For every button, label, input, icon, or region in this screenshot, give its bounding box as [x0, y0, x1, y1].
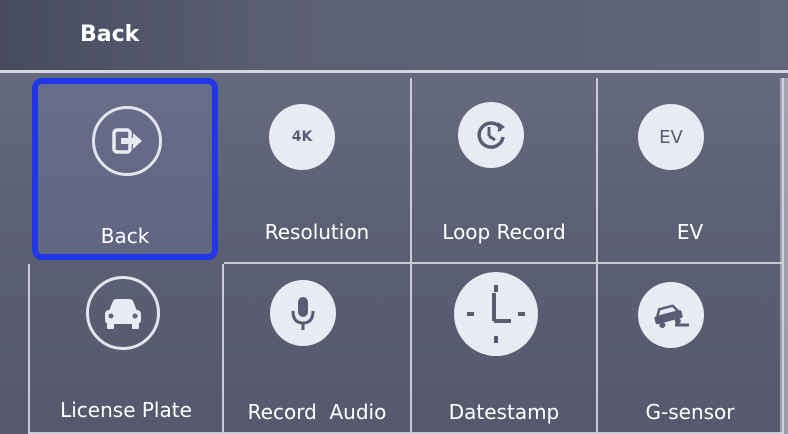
page-title: Back: [80, 22, 140, 47]
4k-icon: 4K: [269, 104, 335, 170]
menu-item-label: Datestamp: [448, 400, 560, 424]
menu-item-ev[interactable]: EV EV: [598, 78, 784, 264]
microphone-icon: [270, 280, 336, 346]
ev-icon: EV: [638, 104, 704, 170]
scroll-edge: [780, 78, 788, 434]
exit-icon: [92, 106, 162, 176]
g-sensor-icon: [638, 282, 704, 348]
menu-item-datestamp[interactable]: Datestamp: [412, 264, 598, 434]
loop-record-icon: 1: [458, 102, 524, 168]
menu-item-loop-record[interactable]: 1 Loop Record: [412, 78, 598, 264]
menu-item-label: Resolution: [264, 220, 370, 244]
clock-icon: [454, 272, 538, 356]
menu-item-label: Record Audio: [247, 400, 387, 424]
menu-item-license-plate[interactable]: License Plate: [28, 264, 224, 434]
menu-item-g-sensor[interactable]: G-sensor: [598, 264, 784, 434]
menu-item-label: EV: [676, 220, 704, 244]
svg-text:1: 1: [497, 125, 502, 133]
menu-item-label: G-sensor: [645, 400, 735, 424]
menu-item-resolution[interactable]: 4K Resolution: [224, 78, 412, 264]
menu-screen: Back Back 4K Resolution 1 Loop Record EV…: [0, 0, 788, 434]
menu-item-label: Loop Record: [442, 220, 566, 244]
settings-grid: Back 4K Resolution 1 Loop Record EV EV L…: [28, 78, 784, 434]
title-bar: Back: [0, 0, 788, 73]
menu-item-record-audio[interactable]: Record Audio: [224, 264, 412, 434]
car-icon: [86, 276, 160, 350]
menu-item-label: License Plate: [60, 398, 192, 422]
menu-item-back[interactable]: Back: [32, 78, 218, 260]
menu-item-label: Back: [100, 224, 150, 248]
